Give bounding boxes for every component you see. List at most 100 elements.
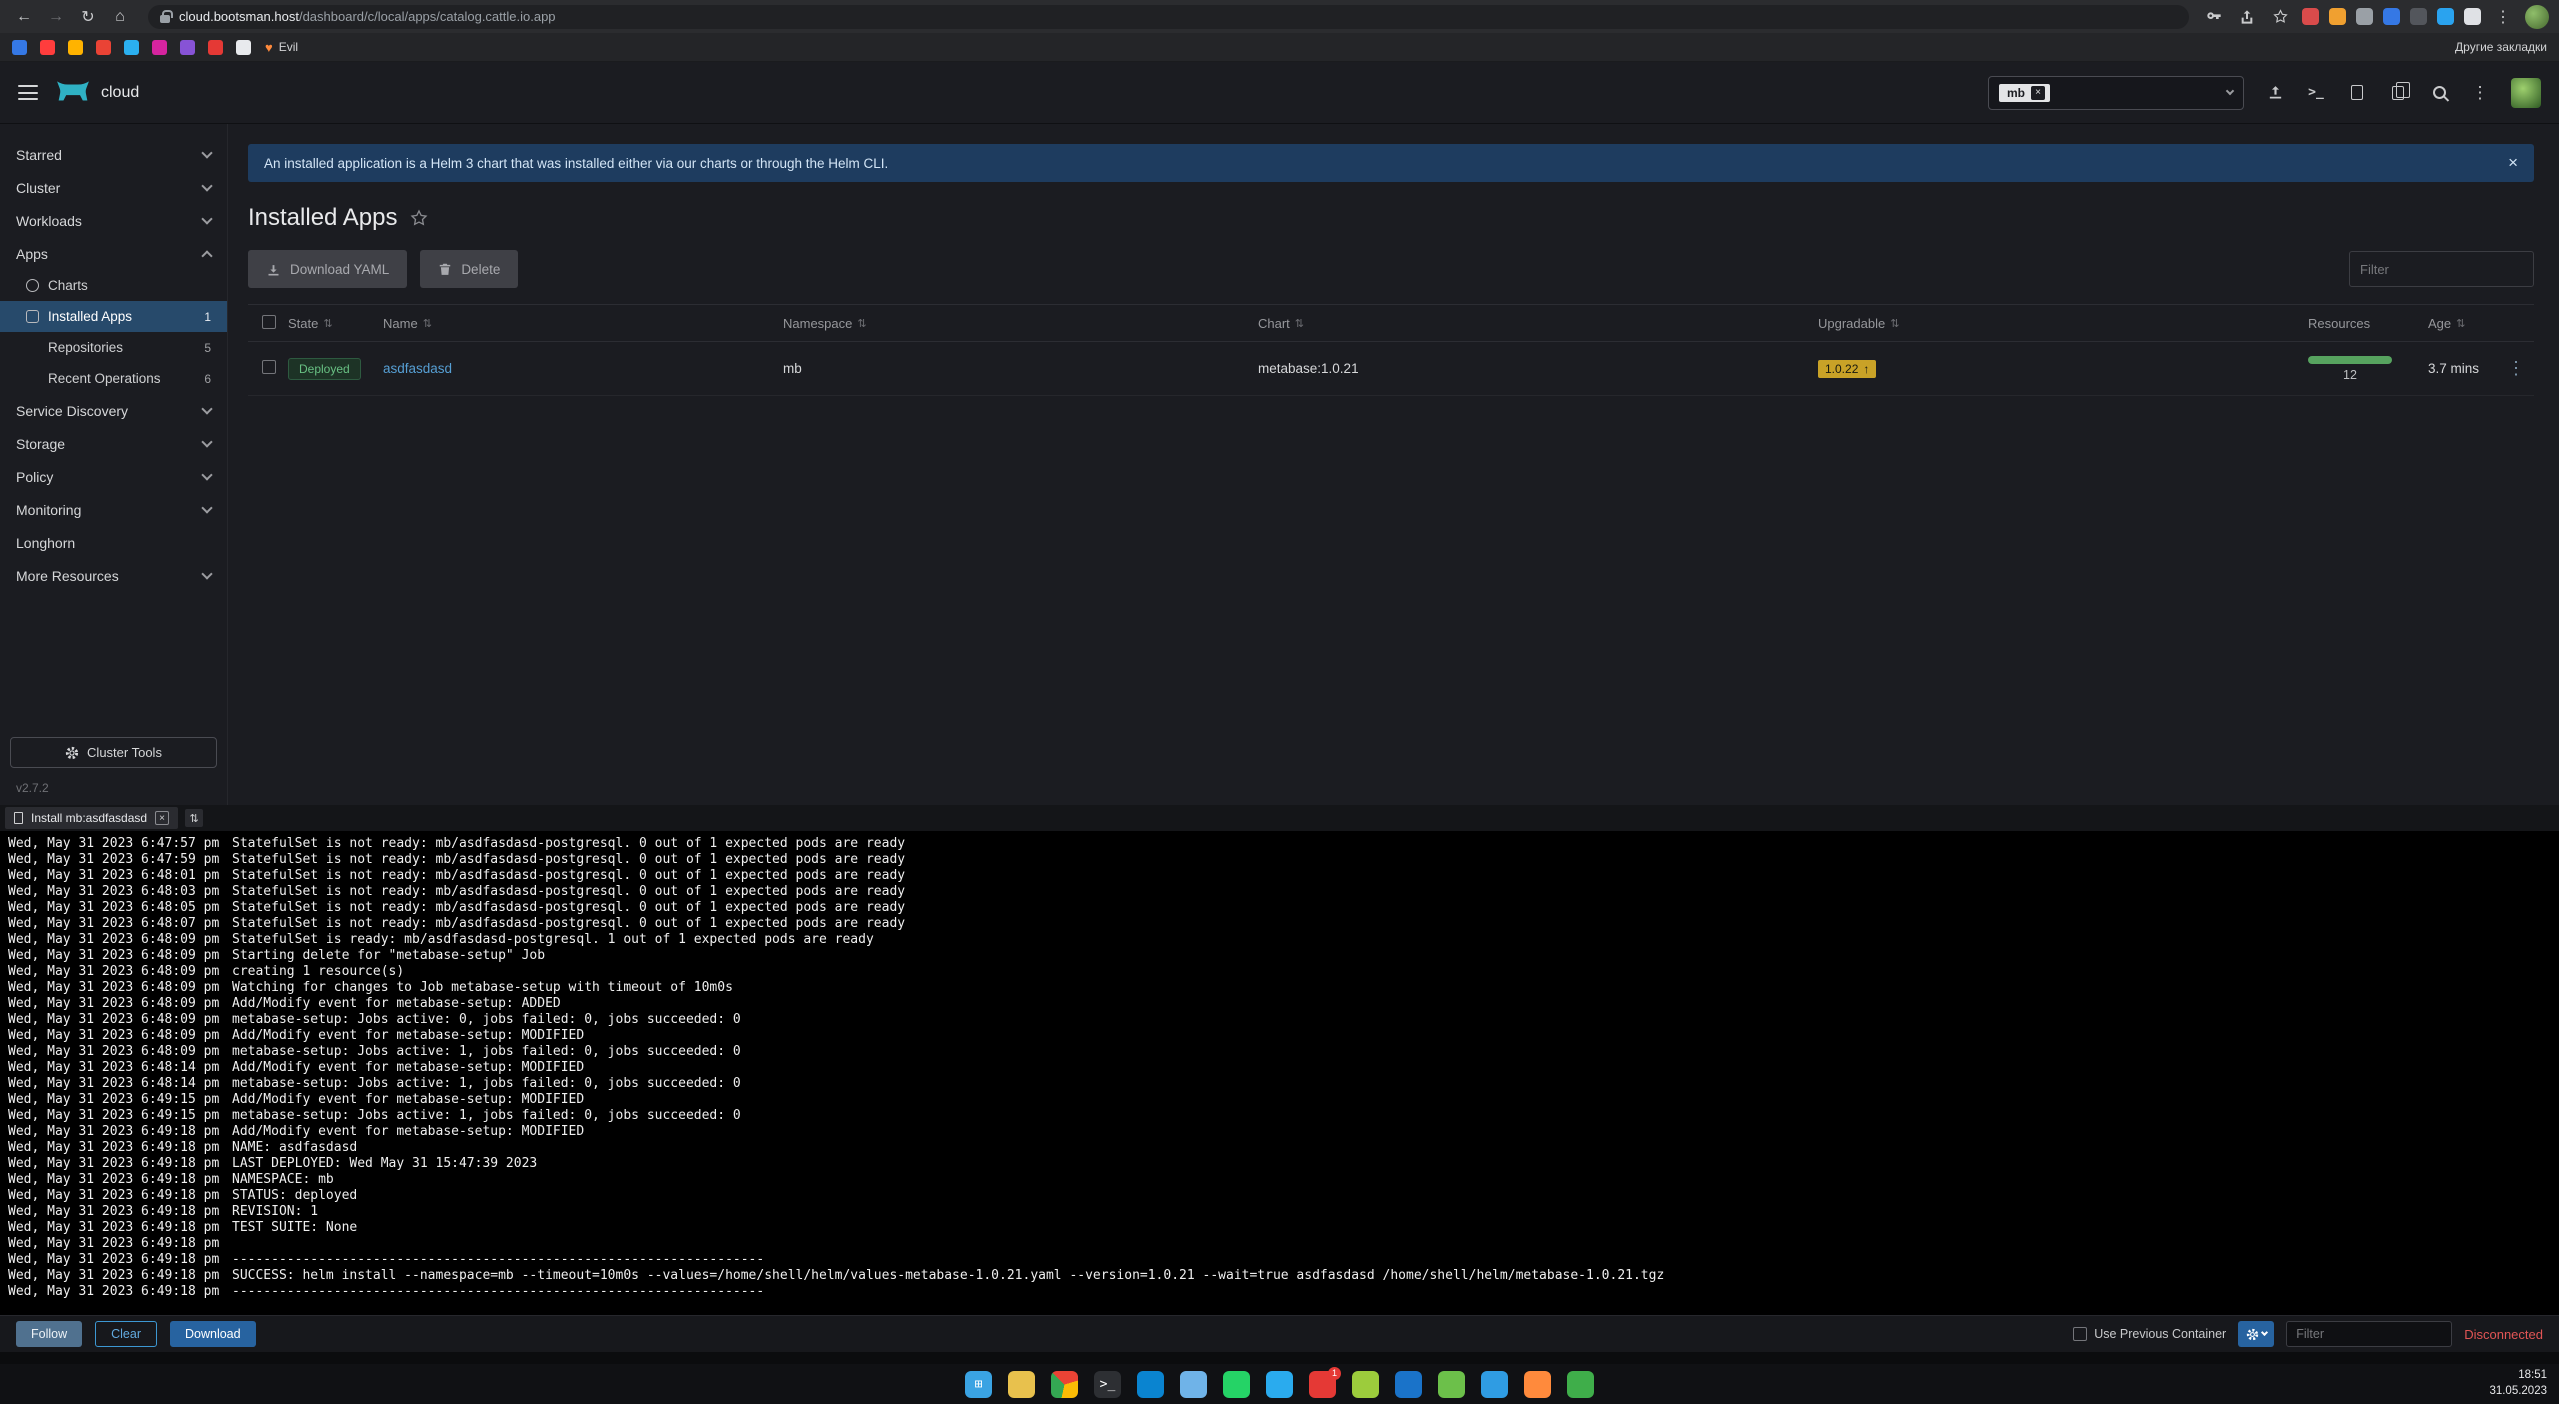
favorite-star-icon[interactable]: [409, 208, 429, 228]
sidebar-item-workloads[interactable]: Workloads: [0, 204, 227, 237]
app-name-link[interactable]: asdfasdasd: [383, 361, 452, 376]
sidebar-item-storage[interactable]: Storage: [0, 427, 227, 460]
back-icon[interactable]: ←: [10, 4, 38, 30]
log-timestamp: Wed, May 31 2023 6:48:09 pm: [8, 1028, 232, 1044]
taskbar-icon[interactable]: [1137, 1371, 1164, 1398]
reload-icon[interactable]: ↻: [74, 4, 102, 30]
taskbar-icon[interactable]: [1567, 1371, 1594, 1398]
import-yaml-icon[interactable]: [2265, 84, 2285, 101]
select-all-checkbox[interactable]: [262, 315, 276, 329]
bookmark-favicon[interactable]: [96, 40, 111, 55]
sidebar-item-apps[interactable]: Apps: [0, 237, 227, 270]
log-output[interactable]: Wed, May 31 2023 6:47:57 pmStatefulSet i…: [0, 831, 2559, 1315]
column-header-namespace[interactable]: Namespace⇅: [783, 316, 1258, 331]
bookmark-favicon[interactable]: [180, 40, 195, 55]
banner-close-icon[interactable]: ×: [2508, 153, 2518, 173]
copy-kubeconfig-icon[interactable]: [2388, 86, 2408, 100]
clear-button[interactable]: Clear: [95, 1321, 157, 1347]
download-log-button[interactable]: Download: [170, 1321, 256, 1347]
brand[interactable]: cloud: [56, 80, 139, 106]
taskbar-icon[interactable]: >_: [1094, 1371, 1121, 1398]
forward-icon[interactable]: →: [42, 4, 70, 30]
extension-icon[interactable]: [2383, 8, 2400, 25]
taskbar-clock[interactable]: 18:51 31.05.2023: [2489, 1364, 2547, 1404]
table-filter-input[interactable]: [2349, 251, 2534, 287]
browser-menu-kebab-icon[interactable]: ⋮: [2492, 7, 2514, 27]
bookmark-favicon[interactable]: [236, 40, 251, 55]
bookmark-star-icon[interactable]: [2269, 8, 2291, 25]
browser-profile-avatar[interactable]: [2525, 5, 2549, 29]
taskbar-icon[interactable]: [1524, 1371, 1551, 1398]
row-actions-kebab-icon[interactable]: ⋮: [2498, 358, 2534, 379]
taskbar-icon[interactable]: 1: [1309, 1371, 1336, 1398]
tab-close-icon[interactable]: ×: [155, 811, 169, 825]
home-icon[interactable]: ⌂: [106, 4, 134, 30]
bookmark-favicon[interactable]: [208, 40, 223, 55]
row-checkbox[interactable]: [262, 360, 276, 374]
bookmark-favicon[interactable]: [40, 40, 55, 55]
share-icon[interactable]: [2236, 9, 2258, 25]
column-header-name[interactable]: Name⇅: [383, 316, 783, 331]
sidebar-item-repositories[interactable]: Repositories 5: [0, 332, 227, 363]
sidebar-item-policy[interactable]: Policy: [0, 460, 227, 493]
sidebar-item-longhorn[interactable]: Longhorn: [0, 526, 227, 559]
column-header-age[interactable]: Age⇅: [2428, 316, 2498, 331]
taskbar-icon[interactable]: [1481, 1371, 1508, 1398]
download-kubeconfig-icon[interactable]: [2347, 85, 2367, 100]
upgradable-badge[interactable]: 1.0.22 ↑: [1818, 360, 1876, 378]
header-menu-kebab-icon[interactable]: ⋮: [2470, 83, 2490, 103]
bookmark-favicon[interactable]: [68, 40, 83, 55]
column-header-chart[interactable]: Chart⇅: [1258, 316, 1818, 331]
use-previous-container-checkbox[interactable]: [2073, 1327, 2087, 1341]
search-icon[interactable]: [2429, 86, 2449, 99]
bookmark-favicon[interactable]: [124, 40, 139, 55]
menu-hamburger-icon[interactable]: [18, 85, 38, 100]
taskbar-icon[interactable]: [1008, 1371, 1035, 1398]
password-key-icon[interactable]: [2203, 9, 2225, 25]
taskbar-icon[interactable]: [1051, 1371, 1078, 1398]
bookmark-folder-evil[interactable]: ♥ Evil: [265, 40, 298, 55]
download-yaml-button[interactable]: Download YAML: [248, 250, 407, 288]
log-settings-button[interactable]: [2238, 1321, 2274, 1347]
log-tab[interactable]: Install mb:asdfasdasd ×: [5, 807, 178, 829]
sidebar-item-cluster[interactable]: Cluster: [0, 171, 227, 204]
kubectl-shell-icon[interactable]: >_: [2306, 85, 2326, 100]
extension-icon[interactable]: [2356, 8, 2373, 25]
taskbar-icon[interactable]: [1223, 1371, 1250, 1398]
sidebar-item-recent-operations[interactable]: Recent Operations 6: [0, 363, 227, 394]
column-header-resources[interactable]: Resources: [2308, 316, 2428, 331]
sidebar-item-charts[interactable]: Charts: [0, 270, 227, 301]
url-bar[interactable]: cloud.bootsman.host/dashboard/c/local/ap…: [148, 5, 2189, 29]
extension-icon[interactable]: [2329, 8, 2346, 25]
cluster-tools-button[interactable]: Cluster Tools: [10, 737, 217, 768]
taskbar-icon[interactable]: [1438, 1371, 1465, 1398]
bookmark-favicon[interactable]: [12, 40, 27, 55]
extension-icon[interactable]: [2437, 8, 2454, 25]
other-bookmarks[interactable]: Другие закладки: [2455, 40, 2547, 54]
sidebar-item-monitoring[interactable]: Monitoring: [0, 493, 227, 526]
delete-button[interactable]: Delete: [420, 250, 518, 288]
extension-icon[interactable]: [2410, 8, 2427, 25]
follow-button[interactable]: Follow: [16, 1321, 82, 1347]
extension-icon[interactable]: [2302, 8, 2319, 25]
namespace-filter-select[interactable]: mb ×: [1988, 76, 2244, 110]
taskbar-icon[interactable]: [1266, 1371, 1293, 1398]
user-avatar[interactable]: [2511, 78, 2541, 108]
taskbar-icon[interactable]: [1352, 1371, 1379, 1398]
taskbar-icon[interactable]: [1395, 1371, 1422, 1398]
taskbar-icon[interactable]: ⊞: [965, 1371, 992, 1398]
use-previous-container-option[interactable]: Use Previous Container: [2073, 1327, 2226, 1341]
column-header-upgradable[interactable]: Upgradable⇅: [1818, 316, 2308, 331]
extension-icon[interactable]: [2464, 8, 2481, 25]
bookmark-favicon[interactable]: [152, 40, 167, 55]
chip-remove-icon[interactable]: ×: [2031, 86, 2045, 100]
log-filter-input[interactable]: [2286, 1321, 2452, 1347]
column-header-state[interactable]: State⇅: [288, 316, 383, 331]
taskbar-icon[interactable]: [1180, 1371, 1207, 1398]
sidebar-item-service-discovery[interactable]: Service Discovery: [0, 394, 227, 427]
panel-resize-icon[interactable]: ⇅: [185, 809, 203, 827]
sidebar-item-installed-apps[interactable]: Installed Apps 1: [0, 301, 227, 332]
sidebar-item-starred[interactable]: Starred: [0, 138, 227, 171]
lock-icon[interactable]: [160, 15, 170, 23]
sidebar-item-more-resources[interactable]: More Resources: [0, 559, 227, 592]
